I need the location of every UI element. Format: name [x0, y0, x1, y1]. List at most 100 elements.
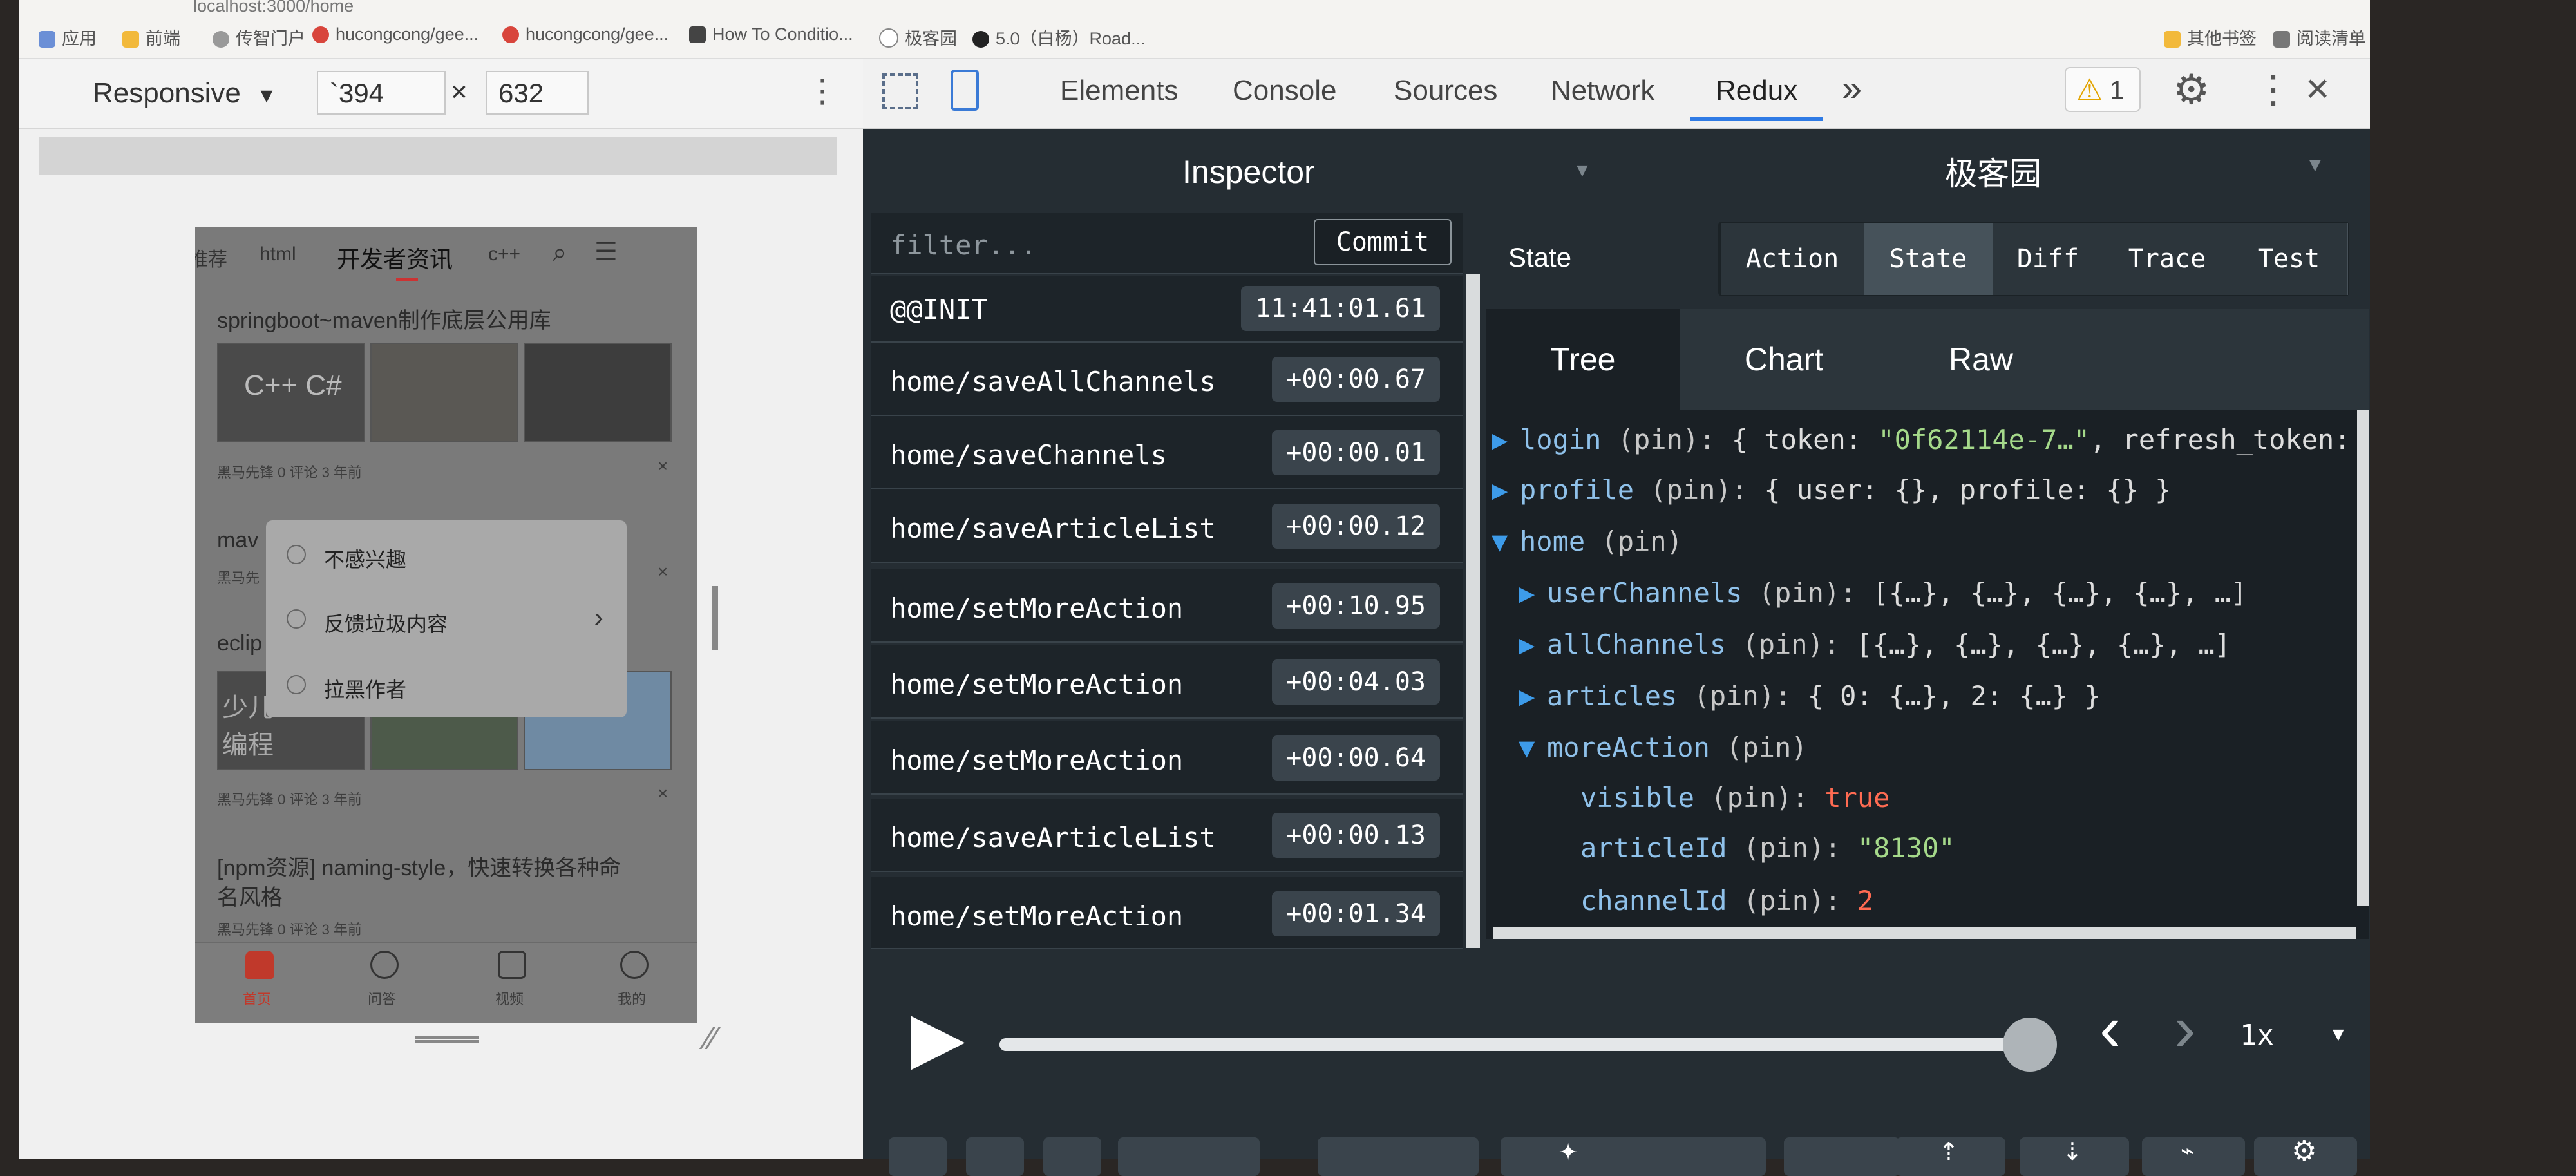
action-item[interactable]: home/saveArticleList +00:00.13: [871, 799, 1463, 872]
bookmark-reading-list[interactable]: 阅读清单: [2273, 24, 2366, 50]
close-icon[interactable]: ×: [658, 783, 668, 804]
nav-mine[interactable]: 我的: [618, 988, 646, 1009]
nav-qa[interactable]: 问答: [368, 988, 396, 1009]
upload-button[interactable]: ⇡: [1896, 1137, 2005, 1176]
responsive-dropdown[interactable]: Responsive ▼: [93, 77, 277, 109]
article-title[interactable]: springboot~maven制作底层公用库: [217, 303, 551, 334]
tree-node-profile[interactable]: ▶ profile (pin): { user: {}, profile: {} …: [1492, 474, 2171, 506]
settings-gear-icon[interactable]: ⚙: [2173, 66, 2210, 114]
tab-network[interactable]: Network: [1551, 75, 1654, 107]
bookmark-gitee-2[interactable]: hucongcong/gee...: [502, 24, 668, 44]
bookmark-other[interactable]: 其他书签: [2164, 24, 2257, 50]
bookmark-portal[interactable]: 传智门户: [213, 24, 305, 50]
view-tab-tree[interactable]: Tree: [1486, 309, 1680, 410]
save-button[interactable]: [1618, 1137, 1766, 1176]
resize-handle-bottom[interactable]: [415, 1036, 479, 1043]
more-tabs-icon[interactable]: »: [1842, 67, 1862, 109]
bottom-button[interactable]: [1043, 1137, 1101, 1176]
commit-button[interactable]: Commit: [1314, 219, 1452, 265]
bookmark-howto[interactable]: How To Conditio...: [689, 24, 853, 44]
resize-handle-right[interactable]: [712, 586, 718, 650]
action-item[interactable]: home/setMoreAction +00:04.03: [871, 645, 1463, 719]
more-options-icon[interactable]: ⋮: [806, 72, 838, 109]
playback-speed[interactable]: 1x: [2240, 1019, 2274, 1052]
tree-node-all-channels[interactable]: ▶ allChannels (pin): [{…}, {…}, {…}, {…},…: [1519, 629, 2231, 660]
view-tab-chart[interactable]: Chart: [1687, 309, 1880, 410]
inspect-element-icon[interactable]: [882, 73, 918, 109]
tree-node-articles[interactable]: ▶ articles (pin): { 0: {…}, 2: {…} }: [1519, 680, 2101, 712]
search-icon[interactable]: ⌕: [553, 238, 567, 267]
channel-tab-dev-news[interactable]: 开发者资讯: [337, 241, 453, 274]
action-item[interactable]: home/saveAllChannels +00:00.67: [871, 343, 1463, 416]
bookmark-frontend[interactable]: 前端: [122, 24, 180, 50]
tree-leaf-article-id[interactable]: articleId (pin): "8130": [1580, 832, 1955, 864]
kebab-menu-icon[interactable]: ⋮: [2254, 67, 2293, 112]
download-button[interactable]: ⇣: [2020, 1137, 2129, 1176]
close-devtools-icon[interactable]: ×: [2306, 64, 2329, 112]
height-input[interactable]: 632: [486, 71, 589, 115]
dispatch-button[interactable]: [1784, 1137, 1900, 1176]
tab-console[interactable]: Console: [1233, 75, 1336, 107]
tab-sources[interactable]: Sources: [1394, 75, 1497, 107]
play-icon[interactable]: ▶: [911, 1002, 965, 1073]
nav-video[interactable]: 视频: [495, 988, 524, 1009]
instance-selector[interactable]: 极客园 ▼: [1481, 129, 2370, 213]
bookmark-apps[interactable]: 应用: [39, 24, 97, 50]
action-list-scrollbar[interactable]: [1466, 274, 1480, 948]
close-icon[interactable]: ×: [658, 562, 668, 582]
tree-node-user-channels[interactable]: ▶ userChannels (pin): [{…}, {…}, {…}, {…}…: [1519, 577, 2247, 609]
mode-tab-action[interactable]: Action: [1721, 223, 1865, 295]
filter-input[interactable]: filter...: [890, 229, 1037, 261]
state-tree-scrollbar-h[interactable]: [1493, 927, 2356, 939]
mode-tab-trace[interactable]: Trace: [2103, 223, 2232, 295]
state-tree-scrollbar-v[interactable]: [2357, 410, 2369, 906]
menu-report-spam[interactable]: 反馈垃圾内容: [324, 608, 448, 638]
tab-redux[interactable]: Redux: [1716, 75, 1797, 107]
tree-node-more-action[interactable]: ▼ moreAction (pin): [1519, 732, 1808, 763]
view-tab-raw[interactable]: Raw: [1884, 309, 2078, 410]
width-input[interactable]: `394: [317, 71, 446, 115]
channel-tab-html[interactable]: html: [260, 243, 296, 265]
settings-button[interactable]: ⚙: [2254, 1135, 2357, 1176]
chevron-right-icon[interactable]: ›: [2174, 992, 2195, 1066]
action-item[interactable]: @@INIT 11:41:01.61: [871, 276, 1463, 343]
tree-leaf-visible[interactable]: visible (pin): true: [1580, 782, 1889, 813]
menu-block-author[interactable]: 拉黑作者: [324, 674, 406, 703]
mode-tab-diff[interactable]: Diff: [1993, 223, 2105, 295]
action-item[interactable]: home/setMoreAction +00:00.64: [871, 721, 1463, 795]
mode-tab-state[interactable]: State: [1864, 223, 1994, 295]
article-title[interactable]: eclip: [217, 631, 262, 656]
tree-leaf-channel-id[interactable]: channelId (pin): 2: [1580, 885, 1873, 916]
action-item[interactable]: home/saveChannels +00:00.01: [871, 416, 1463, 489]
timeline-handle[interactable]: [2003, 1018, 2057, 1072]
address-bar-url[interactable]: localhost:3000/home: [193, 0, 354, 16]
close-icon[interactable]: ×: [658, 456, 668, 477]
bookmark-geek[interactable]: 极客园: [879, 24, 957, 50]
mode-tab-test[interactable]: Test: [2231, 223, 2348, 295]
bookmark-github[interactable]: 5.0（白杨）Road...: [972, 24, 1146, 50]
tab-elements[interactable]: Elements: [1060, 75, 1178, 107]
bookmark-gitee-1[interactable]: hucongcong/gee...: [312, 24, 478, 44]
bottom-button[interactable]: [889, 1137, 947, 1176]
menu-icon[interactable]: ☰: [594, 237, 618, 267]
bottom-button[interactable]: [966, 1137, 1024, 1176]
remote-button[interactable]: ⌁: [2142, 1137, 2245, 1176]
nav-home[interactable]: 首页: [243, 988, 271, 1009]
article-title[interactable]: [npm资源] naming-style，快速转换各种命: [217, 850, 621, 882]
action-item[interactable]: home/setMoreAction +00:01.34: [871, 877, 1463, 949]
tree-node-home[interactable]: ▼ home (pin): [1492, 526, 1683, 557]
action-item[interactable]: home/saveArticleList +00:00.12: [871, 489, 1463, 563]
inspector-header[interactable]: Inspector ▼: [863, 129, 1592, 213]
tree-node-login[interactable]: ▶ login (pin): { token: "0f62114e-7…", re…: [1492, 424, 2351, 455]
device-toggle-icon[interactable]: [951, 70, 979, 111]
channel-tab-recommend[interactable]: 推荐: [195, 243, 227, 272]
menu-not-interested[interactable]: 不感兴趣: [324, 544, 406, 573]
channel-tab-cpp[interactable]: c++: [488, 243, 520, 265]
article-title[interactable]: mav: [217, 528, 258, 553]
chevron-left-icon[interactable]: ‹: [2099, 992, 2121, 1066]
bottom-button[interactable]: [1318, 1137, 1479, 1176]
action-item[interactable]: home/setMoreAction +00:10.95: [871, 569, 1463, 643]
warning-badge[interactable]: ⚠ 1: [2065, 67, 2141, 112]
bottom-button[interactable]: [1118, 1137, 1260, 1176]
resize-corner-icon[interactable]: ⁄⁄: [706, 1022, 744, 1054]
